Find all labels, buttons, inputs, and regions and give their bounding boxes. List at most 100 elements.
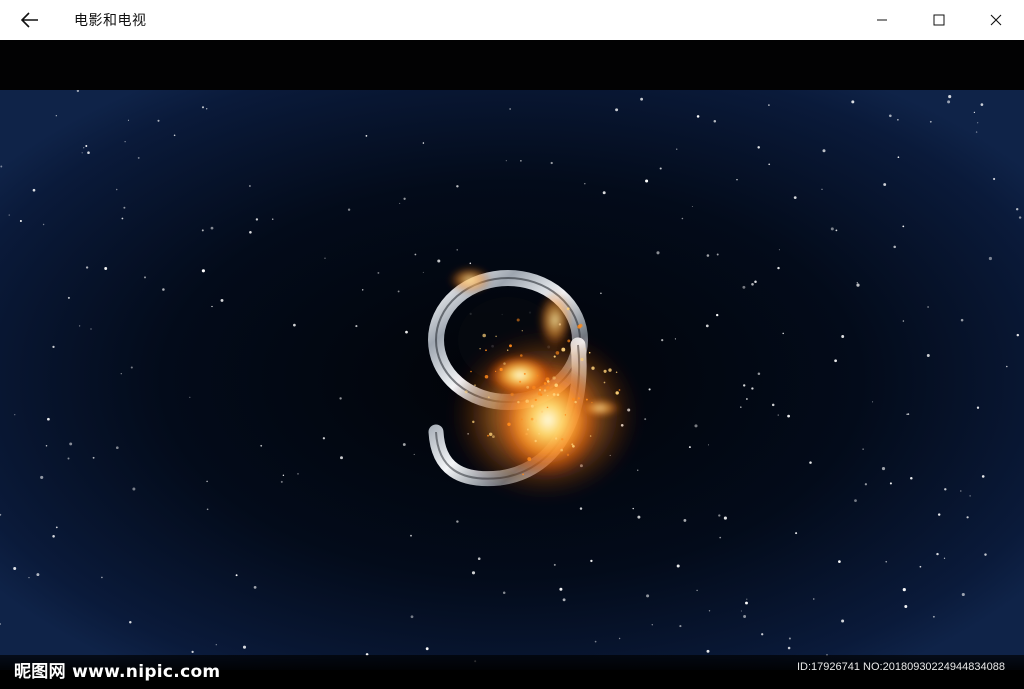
star xyxy=(975,131,978,133)
star xyxy=(594,640,597,643)
ember xyxy=(588,351,591,354)
star xyxy=(600,292,602,295)
star xyxy=(505,160,507,162)
star xyxy=(437,259,441,263)
star xyxy=(19,219,22,223)
star xyxy=(937,513,941,516)
star xyxy=(615,108,619,112)
star xyxy=(322,437,326,440)
star xyxy=(115,446,119,450)
star xyxy=(559,587,563,591)
star xyxy=(696,589,698,592)
ember xyxy=(553,355,556,358)
star xyxy=(683,518,687,522)
star xyxy=(984,553,987,556)
ember xyxy=(464,390,468,394)
star xyxy=(201,229,204,232)
star xyxy=(206,480,208,483)
star xyxy=(889,482,892,485)
ember xyxy=(567,339,571,343)
movies-tv-window: 电影和电视 昵图网 www.nipic.com ID:17926741 NO:2… xyxy=(0,0,1024,689)
ember xyxy=(603,381,606,384)
star xyxy=(456,185,459,188)
video-player-surface[interactable] xyxy=(0,90,1024,670)
star xyxy=(793,196,797,199)
star xyxy=(718,514,721,517)
star xyxy=(646,594,650,598)
ember xyxy=(527,457,532,462)
star xyxy=(719,536,722,539)
star xyxy=(795,532,798,535)
star xyxy=(297,473,299,475)
ember xyxy=(479,348,481,350)
back-button[interactable] xyxy=(0,0,60,40)
close-icon xyxy=(990,14,1001,26)
star xyxy=(835,229,838,232)
star xyxy=(919,565,922,568)
star xyxy=(885,561,887,563)
star xyxy=(365,135,368,137)
star xyxy=(851,100,855,104)
star xyxy=(830,227,834,231)
star xyxy=(881,467,886,471)
star xyxy=(988,256,992,261)
minimize-button[interactable] xyxy=(853,0,910,40)
ember xyxy=(552,376,556,380)
star xyxy=(743,384,746,387)
star xyxy=(509,108,511,110)
ember xyxy=(591,366,595,370)
star xyxy=(85,266,89,269)
star xyxy=(78,325,81,327)
ember xyxy=(603,369,607,373)
ember xyxy=(534,439,537,443)
star xyxy=(659,167,662,170)
ember xyxy=(608,368,612,372)
star xyxy=(456,249,458,251)
star xyxy=(189,396,191,398)
star xyxy=(661,339,664,342)
star xyxy=(893,245,896,249)
ember xyxy=(564,414,567,416)
maximize-icon xyxy=(933,14,944,26)
star xyxy=(81,152,83,154)
star xyxy=(127,119,129,121)
star xyxy=(947,100,951,104)
star xyxy=(981,475,985,478)
star xyxy=(927,306,930,308)
ember xyxy=(503,362,506,365)
star xyxy=(235,574,238,577)
star xyxy=(746,598,748,600)
star xyxy=(973,111,976,114)
app-title: 电影和电视 xyxy=(74,13,147,29)
watermark-id: ID:17926741 NO:20180930224944834088 xyxy=(797,661,1005,673)
ember xyxy=(615,371,618,373)
ember xyxy=(509,344,512,348)
ember xyxy=(547,394,549,397)
maximize-button[interactable] xyxy=(910,0,967,40)
star xyxy=(757,146,760,149)
star xyxy=(751,283,754,286)
star xyxy=(644,418,647,421)
star xyxy=(948,95,952,99)
star xyxy=(410,534,412,537)
star xyxy=(980,103,984,106)
star xyxy=(477,557,481,560)
star xyxy=(740,610,742,612)
star xyxy=(8,214,10,216)
star xyxy=(834,359,837,363)
star xyxy=(1016,333,1020,337)
star xyxy=(414,253,417,256)
ember xyxy=(552,393,556,396)
star xyxy=(768,104,770,106)
star xyxy=(361,289,364,291)
star xyxy=(120,373,122,375)
star xyxy=(201,269,205,273)
ember xyxy=(538,388,542,391)
ember xyxy=(487,396,490,399)
star xyxy=(413,453,415,455)
ember xyxy=(534,398,537,402)
star xyxy=(422,142,425,144)
star xyxy=(943,557,946,559)
star xyxy=(696,115,700,118)
close-button[interactable] xyxy=(967,0,1024,40)
